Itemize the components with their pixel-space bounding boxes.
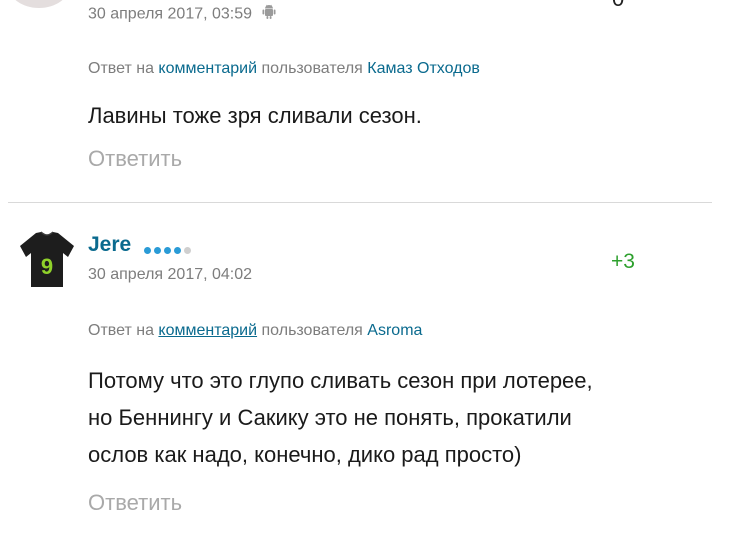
- reply-reference: Ответ на комментарий пользователя Asroma: [88, 322, 422, 340]
- rating-dot-active: [164, 247, 171, 254]
- jersey-number: 9: [41, 254, 53, 279]
- username-link[interactable]: Jere: [88, 233, 131, 257]
- reply-button[interactable]: Ответить: [88, 146, 182, 172]
- avatar[interactable]: [8, 0, 70, 8]
- user-rating: [144, 241, 194, 254]
- parent-user-link[interactable]: Камаз Отходов: [367, 60, 480, 77]
- jersey-avatar-icon: 9: [20, 231, 74, 287]
- comment-text: Потому что это глупо сливать сезон при л…: [88, 362, 593, 473]
- comment-date: 30 апреля 2017, 03:59: [88, 4, 276, 25]
- parent-comment-link[interactable]: комментарий: [158, 60, 257, 77]
- comment-date: 30 апреля 2017, 04:02: [88, 266, 253, 283]
- comment-score: 0: [612, 0, 624, 12]
- comment-text: Лавины тоже зря сливали сезон.: [88, 103, 422, 128]
- comment-text-line: но Беннингу и Сакику это не понять, прок…: [88, 405, 572, 430]
- reply-prefix: Ответ на: [88, 322, 154, 339]
- comment-text-line: Потому что это глупо сливать сезон при л…: [88, 368, 593, 393]
- rating-dot-active: [174, 247, 181, 254]
- rating-dot-inactive: [184, 247, 191, 254]
- comment-divider: [8, 202, 712, 203]
- reply-mid: пользователя: [261, 60, 363, 77]
- reply-mid: пользователя: [261, 322, 363, 339]
- reply-reference: Ответ на комментарий пользователя Камаз …: [88, 60, 480, 78]
- reply-button[interactable]: Ответить: [88, 490, 182, 516]
- reply-prefix: Ответ на: [88, 60, 154, 77]
- comment-text-line: ослов как надо, конечно, дико рад просто…: [88, 442, 522, 467]
- rating-dot-active: [154, 247, 161, 254]
- comment-score: +3: [611, 250, 635, 273]
- avatar[interactable]: 9: [18, 230, 76, 290]
- parent-user-link[interactable]: Asroma: [367, 322, 422, 339]
- parent-comment-link[interactable]: комментарий: [158, 322, 257, 339]
- rating-dot-active: [144, 247, 151, 254]
- android-icon: [262, 4, 276, 25]
